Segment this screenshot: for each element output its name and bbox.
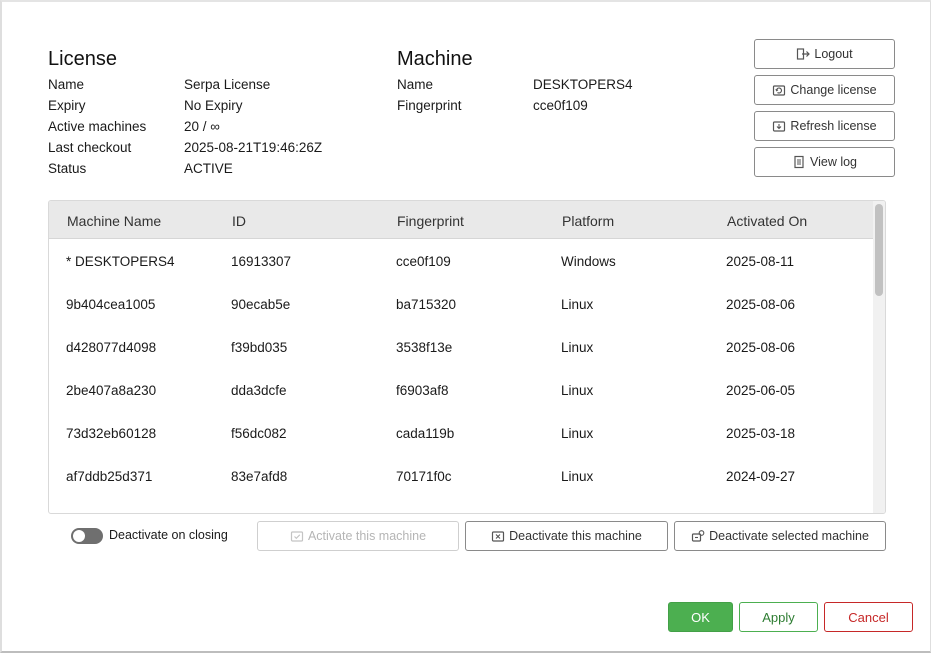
column-header-platform[interactable]: Platform (562, 213, 614, 229)
machine-name-value: DESKTOPERS4 (533, 77, 633, 92)
activate-icon (290, 529, 304, 543)
table-row[interactable]: * DESKTOPERS4 16913307 cce0f109 Windows … (49, 240, 875, 283)
cell-activated-on: 2025-08-11 (726, 254, 795, 269)
cancel-button[interactable]: Cancel (824, 602, 913, 632)
table-header: Machine Name ID Fingerprint Platform Act… (49, 201, 875, 239)
cell-id: f39bd035 (231, 340, 288, 355)
cell-machine-name: 9b404cea1005 (66, 297, 156, 312)
change-license-button[interactable]: Change license (754, 75, 895, 105)
cell-machine-name: af7ddb25d371 (66, 469, 153, 484)
logout-button[interactable]: Logout (754, 39, 895, 69)
deactivate-selected-machine-label: Deactivate selected machine (709, 529, 869, 543)
table-row[interactable]: d428077d4098 f39bd035 3538f13e Linux 202… (49, 326, 875, 369)
cell-id: f56dc082 (231, 426, 287, 441)
table-row[interactable]: 73d32eb60128 f56dc082 cada119b Linux 202… (49, 412, 875, 455)
cell-activated-on: 2025-03-18 (726, 426, 796, 441)
toggle-knob (73, 530, 85, 542)
table-row[interactable]: af7ddb25d371 83e7afd8 70171f0c Linux 202… (49, 455, 875, 498)
cell-machine-name: d428077d4098 (66, 340, 157, 355)
cell-platform: Linux (561, 297, 594, 312)
deactivate-icon (491, 529, 505, 543)
machines-table: Machine Name ID Fingerprint Platform Act… (48, 200, 886, 514)
scrollbar-thumb[interactable] (875, 204, 883, 296)
cell-machine-name: 2be407a8a230 (66, 383, 157, 398)
column-header-machine-name[interactable]: Machine Name (67, 213, 161, 229)
deactivate-selected-machine-button[interactable]: Deactivate selected machine (674, 521, 886, 551)
table-scrollbar[interactable] (873, 201, 885, 513)
cell-fingerprint: ba715320 (396, 297, 457, 312)
change-license-icon (772, 83, 786, 97)
cell-activated-on: 2025-06-05 (726, 383, 796, 398)
change-license-label: Change license (790, 83, 877, 97)
cell-activated-on: 2025-08-06 (726, 340, 796, 355)
deactivate-on-closing-toggle[interactable] (71, 528, 103, 544)
cell-id: 16913307 (231, 254, 292, 269)
table-row[interactable]: 9b404cea1005 90ecab5e ba715320 Linux 202… (49, 283, 875, 326)
column-header-id[interactable]: ID (232, 213, 246, 229)
activate-machine-button[interactable]: Activate this machine (257, 521, 459, 551)
last-checkout-label: Last checkout (48, 140, 132, 155)
cell-machine-name: * DESKTOPERS4 (66, 254, 175, 269)
refresh-license-label: Refresh license (790, 119, 877, 133)
cell-fingerprint: 70171f0c (396, 469, 452, 484)
machine-fingerprint-value: cce0f109 (533, 98, 588, 113)
column-header-activated-on[interactable]: Activated On (727, 213, 807, 229)
cell-fingerprint: cada119b (396, 426, 455, 441)
activate-machine-label: Activate this machine (307, 529, 427, 543)
license-title: License (48, 48, 117, 70)
refresh-license-button[interactable]: Refresh license (754, 111, 895, 141)
cell-platform: Linux (561, 340, 594, 355)
deactivate-on-closing-label: Deactivate on closing (109, 528, 228, 542)
deactivate-machine-label: Deactivate this machine (509, 529, 642, 543)
cell-id: 83e7afd8 (231, 469, 288, 484)
cell-fingerprint: cce0f109 (396, 254, 451, 269)
license-name-value: Serpa License (184, 77, 271, 92)
cell-platform: Linux (561, 426, 594, 441)
table-row[interactable]: 2be407a8a230 dda3dcfe f6903af8 Linux 202… (49, 369, 875, 412)
cell-id: 90ecab5e (231, 297, 291, 312)
cell-platform: Linux (561, 469, 594, 484)
logout-icon (796, 47, 811, 61)
deactivate-machine-button[interactable]: Deactivate this machine (465, 521, 668, 551)
license-expiry-value: No Expiry (184, 98, 243, 113)
last-checkout-value: 2025-08-21T19:46:26Z (184, 140, 323, 155)
cell-id: dda3dcfe (231, 383, 287, 398)
log-icon (792, 155, 806, 169)
view-log-label: View log (809, 155, 858, 169)
view-log-button[interactable]: View log (754, 147, 895, 177)
column-header-fingerprint[interactable]: Fingerprint (397, 213, 464, 229)
license-name-label: Name (48, 77, 85, 92)
machine-fingerprint-label: Fingerprint (397, 98, 462, 113)
cell-fingerprint: 3538f13e (396, 340, 453, 355)
active-machines-label: Active machines (48, 119, 147, 134)
deactivate-selected-icon (691, 529, 705, 543)
cell-fingerprint: f6903af8 (396, 383, 449, 398)
cell-platform: Linux (561, 383, 594, 398)
status-label: Status (48, 161, 87, 176)
refresh-license-icon (772, 119, 786, 133)
cell-activated-on: 2025-08-06 (726, 297, 796, 312)
license-expiry-label: Expiry (48, 98, 86, 113)
machine-title: Machine (397, 48, 473, 70)
ok-button[interactable]: OK (668, 602, 733, 632)
logout-label: Logout (814, 47, 853, 61)
cell-activated-on: 2024-09-27 (726, 469, 796, 484)
machine-name-label: Name (397, 77, 434, 92)
status-value: ACTIVE (184, 161, 233, 176)
cell-machine-name: 73d32eb60128 (66, 426, 157, 441)
apply-button[interactable]: Apply (739, 602, 818, 632)
active-machines-value: 20 / ∞ (184, 119, 220, 134)
cell-platform: Windows (561, 254, 616, 269)
